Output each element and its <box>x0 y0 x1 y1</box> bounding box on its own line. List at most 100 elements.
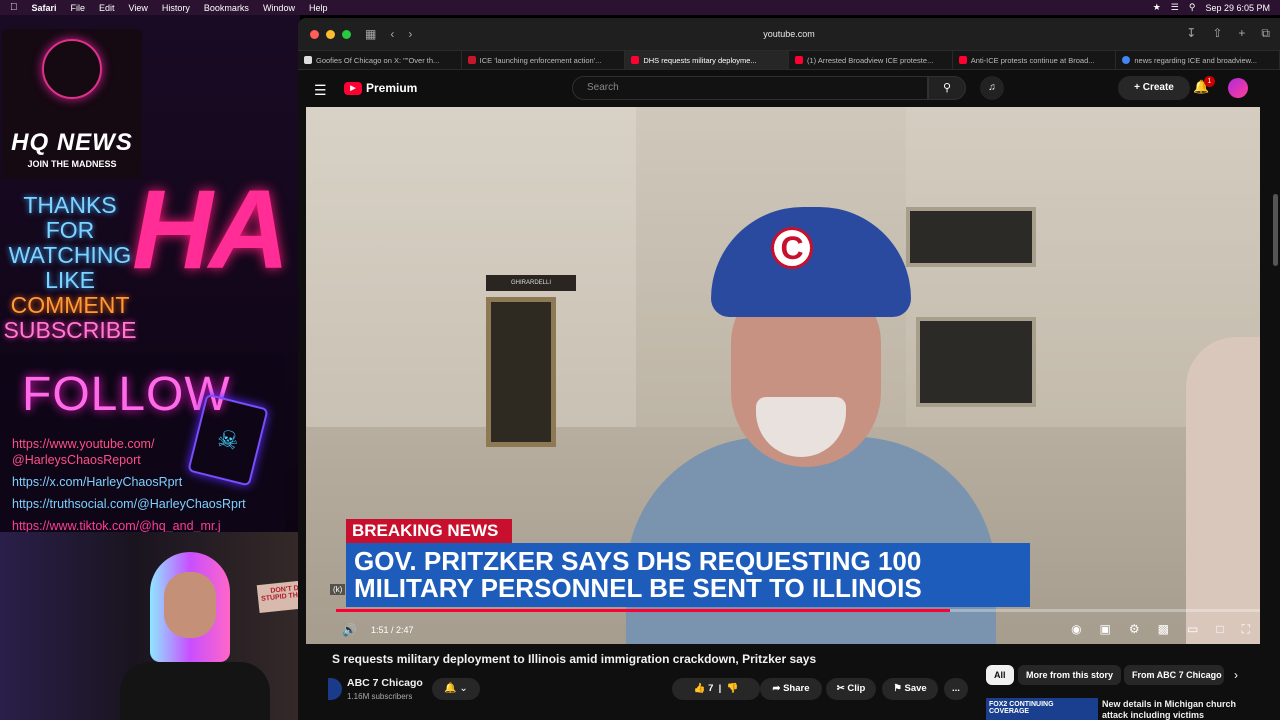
search-button[interactable]: ⚲ <box>928 76 966 100</box>
search-icon[interactable]: ⚲ <box>1189 2 1196 13</box>
subscriber-count: 1.16M subscribers <box>347 692 413 701</box>
save-button[interactable]: ⚑ Save <box>882 678 938 700</box>
youtube-play-icon: ▶ <box>344 81 362 95</box>
menu-history[interactable]: History <box>162 3 190 13</box>
youtube-logo-text: Premium <box>366 81 418 95</box>
overlay-link: https://www.tiktok.com/@hq_and_mr.j <box>12 519 221 533</box>
captions-icon[interactable]: ▣ <box>1100 622 1111 637</box>
safari-window: ▦ ‹ › youtube.com ↧ ⇧ + ⧉ Goofies Of Chi… <box>298 18 1280 720</box>
video-player[interactable]: GHIRARDELLI C BREAKING NEWS GOV. PRITZKE… <box>306 107 1260 644</box>
x-favicon-icon <box>304 56 312 64</box>
cast-icon[interactable]: □ <box>1216 622 1223 637</box>
player-controls: 🔊 1:51 / 2:47 ◉ ▣ ⚙ ▩ ▭ □ ⛶ <box>306 615 1260 644</box>
video-title: S requests military deployment to Illino… <box>332 652 817 666</box>
menu-edit[interactable]: Edit <box>99 3 115 13</box>
menu-app-name[interactable]: Safari <box>32 3 57 13</box>
search-input[interactable]: Search <box>572 76 928 100</box>
stream-overlay: HQ NEWS JOIN THE MADNESS HA THANKS FOR W… <box>0 15 300 535</box>
share-icon[interactable]: ⇧ <box>1212 26 1222 41</box>
overlay-link: https://x.com/HarleyChaosRprt <box>12 475 183 489</box>
like-count: 7 <box>708 683 714 694</box>
overlay-link: https://truthsocial.com/@HarleyChaosRprt <box>12 497 246 511</box>
tab-3[interactable]: (1) Arrested Broadview ICE proteste... <box>789 51 953 69</box>
page-scrollbar[interactable] <box>1273 194 1278 266</box>
tab-label: Goofies Of Chicago on X: ""Over th... <box>316 55 440 65</box>
cubs-cap <box>711 207 911 317</box>
tab-label: DHS requests military deployme... <box>643 55 757 65</box>
menubar-datetime[interactable]: Sep 29 6:05 PM <box>1205 3 1270 13</box>
tab-bar: Goofies Of Chicago on X: ""Over th... IC… <box>298 50 1280 70</box>
news-favicon-icon <box>467 56 476 64</box>
news-headline: GOV. PRITZKER SAYS DHS REQUESTING 100 MI… <box>346 543 1030 607</box>
download-icon[interactable]: ↧ <box>1186 26 1196 41</box>
chip-from-channel[interactable]: From ABC 7 Chicago <box>1124 665 1224 685</box>
share-button[interactable]: ➦ Share <box>760 678 822 700</box>
overlay-link: https://www.youtube.com/ <box>12 437 155 451</box>
youtube-logo[interactable]: ▶ Premium <box>344 81 417 95</box>
new-tab-icon[interactable]: + <box>1238 26 1245 41</box>
chip-more-from-story[interactable]: More from this story <box>1018 665 1122 685</box>
follow-title: FOLLOW <box>22 368 231 421</box>
streamer-jacket <box>120 662 270 720</box>
menu-window[interactable]: Window <box>263 3 295 13</box>
thanks-line: THANKS <box>23 192 117 218</box>
tab-2-active[interactable]: DHS requests military deployme... <box>625 51 790 69</box>
tab-1[interactable]: ICE 'launching enforcement action'... <box>462 51 626 69</box>
chip-all[interactable]: All <box>986 665 1014 685</box>
save-label: Save <box>904 683 927 694</box>
share-label: Share <box>783 683 810 694</box>
menu-help[interactable]: Help <box>309 3 328 13</box>
youtube-header: ☰ ▶ Premium Search ⚲ ♫ + Create 🔔 1 <box>298 70 1280 107</box>
address-bar[interactable]: youtube.com <box>598 25 980 43</box>
tab-0[interactable]: Goofies Of Chicago on X: ""Over th... <box>298 51 462 69</box>
tab-4[interactable]: Anti-ICE protests continue at Broad... <box>953 51 1117 69</box>
bluetooth-icon[interactable]: ★ <box>1153 2 1161 13</box>
sidebar-icon[interactable]: ▦ <box>365 27 376 41</box>
channel-name[interactable]: ABC 7 Chicago <box>347 677 423 689</box>
channel-avatar[interactable] <box>328 678 342 700</box>
google-favicon-icon <box>1122 56 1131 64</box>
create-button[interactable]: + Create <box>1118 76 1190 100</box>
follow-panel: FOLLOW ☠ https://www.youtube.com/ @Harle… <box>0 355 285 535</box>
recommended-title[interactable]: New details in Michigan church attack in… <box>1102 699 1252 720</box>
menu-file[interactable]: File <box>71 3 86 13</box>
menu-bookmarks[interactable]: Bookmarks <box>204 3 249 13</box>
menu-view[interactable]: View <box>129 3 148 13</box>
zoom-window-button[interactable] <box>342 29 351 39</box>
like-dislike-buttons[interactable]: 👍 7 | 👎 <box>672 678 760 700</box>
menu-icon[interactable]: ☰ <box>314 82 327 99</box>
wifi-icon[interactable]: ☰ <box>1171 2 1179 13</box>
webcam-feed: DON'T DO STUPID THINGS <box>0 532 333 720</box>
autoplay-toggle-icon[interactable]: ◉ <box>1071 622 1081 637</box>
apple-menu-icon[interactable]:  <box>10 2 18 13</box>
keyboard-hint: (k) <box>330 584 346 595</box>
breaking-news-banner: BREAKING NEWS <box>346 519 512 543</box>
cubs-logo-icon: C <box>771 227 813 269</box>
close-window-button[interactable] <box>310 29 319 39</box>
tab-label: news regarding ICE and broadview... <box>1134 55 1257 65</box>
window-controls <box>310 29 351 39</box>
fullscreen-icon[interactable]: ⛶ <box>1242 622 1250 637</box>
tab-overview-icon[interactable]: ⧉ <box>1261 26 1270 41</box>
overlay-big-text: HA <box>132 167 290 292</box>
streamer-face <box>164 572 216 638</box>
miniplayer-icon[interactable]: ▩ <box>1158 622 1169 637</box>
forward-icon[interactable]: › <box>408 27 412 41</box>
tab-5[interactable]: news regarding ICE and broadview... <box>1116 51 1280 69</box>
chevron-right-icon[interactable]: › <box>1234 668 1238 682</box>
settings-icon[interactable]: ⚙ <box>1129 622 1140 637</box>
clip-button[interactable]: ✂ Clip <box>826 678 876 700</box>
recommended-thumbnail[interactable]: FOX2 CONTINUING COVERAGE <box>986 698 1098 720</box>
account-avatar[interactable] <box>1228 78 1248 98</box>
thanks-line: SUBSCRIBE <box>3 317 137 343</box>
back-icon[interactable]: ‹ <box>390 27 394 41</box>
voice-search-icon[interactable]: ♫ <box>980 76 1004 100</box>
volume-icon[interactable]: 🔊 <box>342 623 357 637</box>
more-actions-button[interactable]: ... <box>944 678 968 700</box>
theater-mode-icon[interactable]: ▭ <box>1187 622 1198 637</box>
progress-bar[interactable] <box>336 609 1260 612</box>
progress-fill <box>336 609 951 612</box>
minimize-window-button[interactable] <box>326 29 335 39</box>
thanks-message: THANKS FOR WATCHING LIKE COMMENT SUBSCRI… <box>0 193 140 343</box>
subscribe-bell-button[interactable]: 🔔 ⌄ <box>432 678 480 700</box>
